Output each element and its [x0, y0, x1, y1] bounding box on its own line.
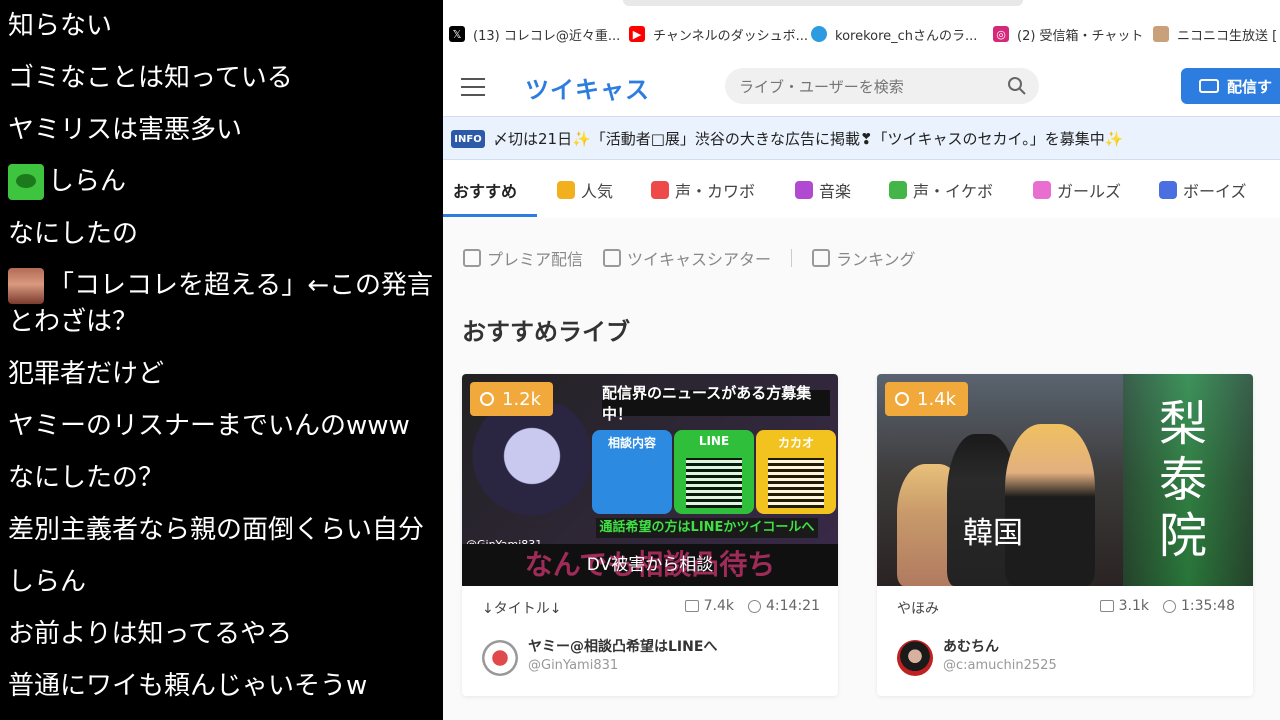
clock-icon [748, 599, 762, 613]
live-title[interactable]: やほみ [897, 598, 939, 618]
chat-message: とわざは？ [8, 307, 139, 337]
search-input[interactable] [737, 68, 1001, 106]
character-illustration [472, 404, 592, 534]
site-logo[interactable]: ツイキャス [525, 70, 650, 105]
thumbnail-box: LINE [674, 430, 754, 514]
music-icon [795, 181, 813, 199]
thumbnail-box: カカオ [756, 430, 836, 514]
premier-link[interactable]: プレミア配信 [463, 246, 583, 270]
thumbnail-overlay-text: DV被害から相談 [586, 555, 714, 575]
chat-message: しらん [8, 567, 87, 597]
live-thumbnail[interactable]: 配信界のニュースがある方募集中！ 相談内容 LINE カカオ 通話希望の方はLI… [462, 374, 838, 586]
broadcaster-name[interactable]: あむちん [943, 636, 999, 656]
girls-icon [1033, 181, 1051, 199]
info-text[interactable]: 〆切は21日✨「活動者□展」渋谷の大きな広告に掲載❣「ツイキャスのセカイ。」を募… [493, 128, 1123, 149]
avatar[interactable] [897, 640, 933, 676]
broadcaster-handle: @c:amuchin2525 [943, 658, 1057, 673]
address-bar-edge [623, 0, 1023, 6]
chat-message: お前よりは知ってるやろ [8, 619, 293, 649]
bookmark-instagram[interactable]: ◎ (2) 受信箱・チャット [993, 24, 1143, 44]
chat-message: ゴミなことは知っている [8, 63, 293, 93]
clock-icon [1163, 599, 1177, 613]
tab-cool-voice[interactable]: 声・イケボ [889, 178, 993, 202]
niconico-icon [1153, 26, 1169, 42]
bookmark-niconico[interactable]: ニコニコ生放送 [リ [1153, 24, 1280, 44]
avatar [8, 268, 44, 304]
broadcaster-handle: @GinYami831 [528, 658, 619, 673]
crown-icon [557, 181, 575, 199]
live-title[interactable]: ↓タイトル↓ [482, 598, 561, 618]
broadcaster-name[interactable]: ヤミー@相談凸希望はLINEへ [528, 636, 717, 656]
thumbnail-banner: 配信界のニュースがある方募集中！ [602, 384, 830, 423]
active-tab-indicator [443, 214, 537, 217]
sub-navigation: プレミア配信 ツイキャスシアター ランキング [463, 246, 936, 270]
chat-message: 知らない [8, 11, 113, 41]
viewer-count-badge: 1.2k [470, 382, 554, 416]
person-figure [1005, 424, 1095, 586]
avatar[interactable] [482, 640, 518, 676]
theater-link[interactable]: ツイキャスシアター [603, 246, 771, 270]
chat-message: ヤミーのリスナーまでいんのwww [8, 411, 410, 441]
info-badge: INFO [451, 130, 485, 148]
live-thumbnail[interactable]: 梨泰院 韓国 1.4k [877, 374, 1253, 586]
menu-icon[interactable] [461, 78, 485, 96]
divider [791, 249, 793, 267]
section-title: おすすめライブ [462, 318, 630, 346]
search-icon[interactable] [1007, 76, 1027, 96]
chat-message: 差別主義者なら親の面倒くらい自分 [8, 515, 425, 545]
live-stats: 7.4k 4:14:21 [684, 598, 820, 614]
chat-message: なにしたの？ [8, 463, 165, 493]
premier-icon [463, 249, 481, 267]
chat-message: なにしたの [8, 219, 139, 249]
chat-message: しらん [8, 164, 126, 200]
chat-message: ヤミリスは害悪多い [8, 115, 243, 145]
thumbnail-box: 相談内容 [592, 430, 672, 514]
site-header: ツイキャス 配信す [443, 60, 1280, 116]
boys-icon [1159, 181, 1177, 199]
bookmark-x[interactable]: 𝕏 (13) コレコレ@近々重... [449, 24, 620, 44]
tab-cute-voice[interactable]: 声・カワボ [651, 178, 755, 202]
tab-girls[interactable]: ガールズ [1033, 178, 1121, 202]
twitcasting-icon [811, 26, 827, 42]
chat-message: 「コレコレを超える」←この発言 [8, 268, 433, 304]
film-icon [603, 249, 622, 267]
live-stats: 3.1k 1:35:48 [1099, 598, 1235, 614]
instagram-icon: ◎ [993, 26, 1009, 42]
tab-recommended[interactable]: おすすめ [453, 178, 517, 202]
viewer-count-badge: 1.4k [885, 382, 969, 416]
chat-overlay: 知らない ゴミなことは知っている ヤミリスは害悪多い しらん なにしたの 「コレ… [0, 0, 443, 720]
x-icon: 𝕏 [449, 26, 465, 42]
tab-popular[interactable]: 人気 [557, 178, 613, 202]
heart-icon [651, 181, 669, 199]
info-banner[interactable]: INFO 〆切は21日✨「活動者□展」渋谷の大きな広告に掲載❣「ツイキャスのセカ… [443, 116, 1280, 160]
comment-icon [1099, 600, 1114, 612]
monitor-icon [889, 181, 907, 199]
live-card[interactable]: 配信界のニュースがある方募集中！ 相談内容 LINE カカオ 通話希望の方はLI… [462, 374, 838, 696]
category-tabs: おすすめ 人気 声・カワボ 音楽 声・イケボ ガールズ ボーイズ [443, 160, 1280, 219]
thumbnail-callout: 通話希望の方はLINEかツイコールへ [596, 518, 818, 538]
broadcast-button[interactable]: 配信す [1181, 68, 1280, 104]
chat-message: 普通にワイも頼んじゃいそうw [8, 671, 368, 701]
youtube-icon: ▶ [629, 26, 645, 42]
person-icon [480, 392, 494, 406]
person-icon [895, 392, 909, 406]
chat-message: 犯罪者だけど [8, 359, 165, 389]
search-box[interactable] [725, 68, 1039, 106]
tab-music[interactable]: 音楽 [795, 178, 851, 202]
thumbnail-text: 梨泰院 [1158, 396, 1207, 564]
browser-window: 𝕏 (13) コレコレ@近々重... ▶ チャンネルのダッシュボ... koreko… [443, 0, 1280, 720]
live-card[interactable]: 梨泰院 韓国 1.4k やほみ 3.1k 1:35:48 あむちん @c:amu… [877, 374, 1253, 696]
thumbnail-caption: 韓国 [963, 516, 1023, 551]
trophy-icon [812, 249, 831, 267]
bookmark-youtube[interactable]: ▶ チャンネルのダッシュボ... [629, 24, 808, 44]
camera-icon [1199, 79, 1219, 93]
main-content: プレミア配信 ツイキャスシアター ランキング おすすめライブ 配信界のニュースが… [443, 218, 1280, 720]
tab-boys[interactable]: ボーイズ [1159, 178, 1247, 202]
comment-icon [684, 600, 699, 612]
avatar [8, 164, 44, 200]
ranking-link[interactable]: ランキング [812, 246, 916, 270]
bookmark-twitcasting[interactable]: korekore_chさんのラ... [811, 24, 977, 44]
bookmarks-bar: 𝕏 (13) コレコレ@近々重... ▶ チャンネルのダッシュボ... koreko… [443, 0, 1280, 61]
